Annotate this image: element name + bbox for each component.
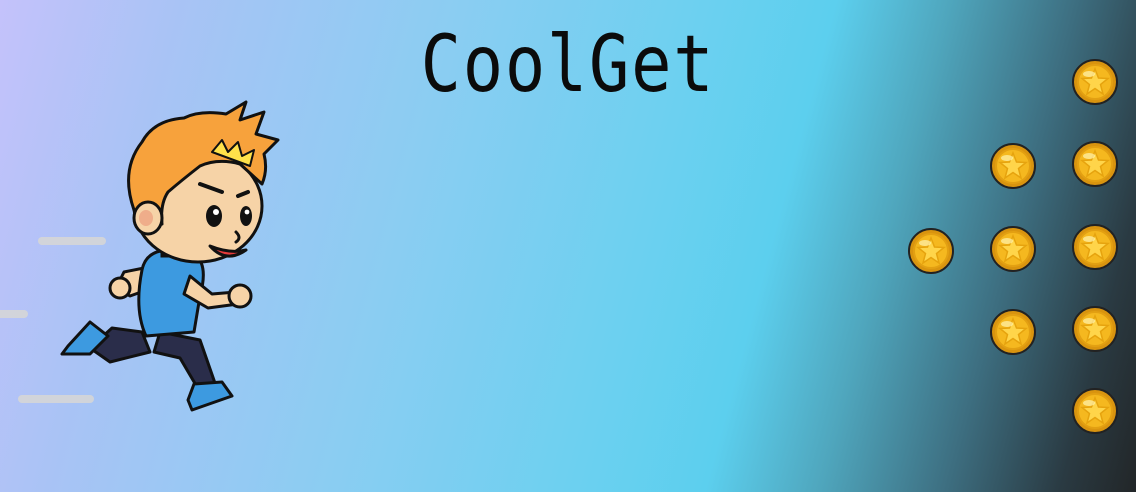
game-title: CoolGet (420, 20, 716, 110)
speed-line (0, 310, 28, 318)
gold-star-coin-icon[interactable] (989, 308, 1037, 356)
gold-star-coin-icon[interactable] (1071, 58, 1119, 106)
running-boy-icon (60, 100, 280, 412)
gold-star-coin-icon[interactable] (1071, 223, 1119, 271)
gold-star-coin-icon[interactable] (989, 142, 1037, 190)
game-scene[interactable]: CoolGet (0, 0, 1136, 492)
gold-star-coin-icon[interactable] (1071, 140, 1119, 188)
gold-star-coin-icon[interactable] (989, 225, 1037, 273)
gold-star-coin-icon[interactable] (907, 227, 955, 275)
gold-star-coin-icon[interactable] (1071, 387, 1119, 435)
gold-star-coin-icon[interactable] (1071, 305, 1119, 353)
